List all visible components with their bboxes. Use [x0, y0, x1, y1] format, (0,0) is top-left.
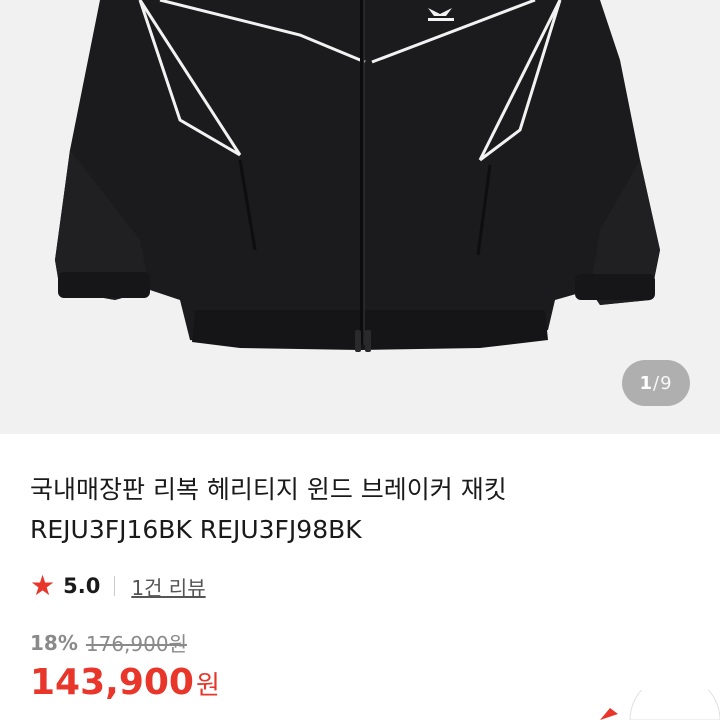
product-title-line1: 국내매장판 리복 헤리티지 윈드 브레이커 재킷 [30, 475, 507, 504]
sale-price-currency: 원 [195, 671, 220, 701]
star-icon: ★ [30, 569, 56, 602]
product-image-gallery[interactable]: 1 / 9 [0, 0, 720, 434]
jacket-image [55, 0, 660, 352]
sale-price: 143,900원 [30, 662, 220, 703]
rating-score: 5.0 [63, 574, 101, 598]
product-rating: ★ 5.0 1건 리뷰 [30, 568, 206, 604]
sale-price-amount: 143,900 [30, 662, 194, 703]
original-price: 176,900원 [85, 632, 187, 656]
discount-rate: 18% [30, 630, 78, 655]
rating-divider [114, 576, 116, 596]
discount-row: 18% 176,900원 [30, 628, 187, 657]
pager-total: 9 [660, 372, 673, 394]
image-pager: 1 / 9 [622, 360, 690, 406]
pager-separator: / [653, 372, 661, 394]
product-title: 국내매장판 리복 헤리티지 윈드 브레이커 재킷 REJU3FJ16BK REJ… [30, 470, 690, 550]
floating-button-edge[interactable] [590, 690, 720, 720]
product-title-line2: REJU3FJ16BK REJU3FJ98BK [30, 515, 362, 544]
reviews-link[interactable]: 1건 리뷰 [131, 572, 205, 601]
pager-current: 1 [639, 372, 653, 394]
